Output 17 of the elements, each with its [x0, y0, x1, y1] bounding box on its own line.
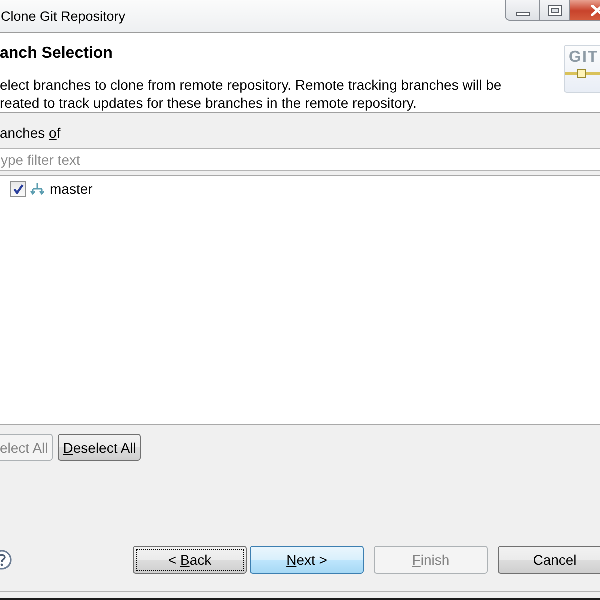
git-logo: GIT [564, 45, 600, 93]
back-button[interactable]: < Back [133, 546, 247, 574]
branch-icon [30, 182, 45, 196]
minimize-button[interactable] [505, 0, 540, 21]
window-title: Clone Git Repository [1, 8, 126, 25]
maximize-button[interactable] [540, 0, 570, 21]
filter-field[interactable]: ype filter text [0, 148, 600, 171]
deselect-all-button[interactable]: Deselect All [58, 434, 142, 461]
branch-label[interactable]: master [50, 181, 93, 197]
maximize-icon [548, 4, 562, 16]
page-description: elect branches to clone from remote repository. Remote tracking branches will be reated to track updates for these branches in the remote repository. [0, 76, 503, 112]
checkbox[interactable] [10, 181, 26, 197]
next-button[interactable]: Next > [250, 546, 364, 574]
minimize-icon [516, 12, 530, 16]
page-title: anch Selection [0, 44, 114, 64]
cancel-button[interactable]: Cancel [498, 546, 600, 574]
branches-label: anches of [0, 125, 61, 142]
